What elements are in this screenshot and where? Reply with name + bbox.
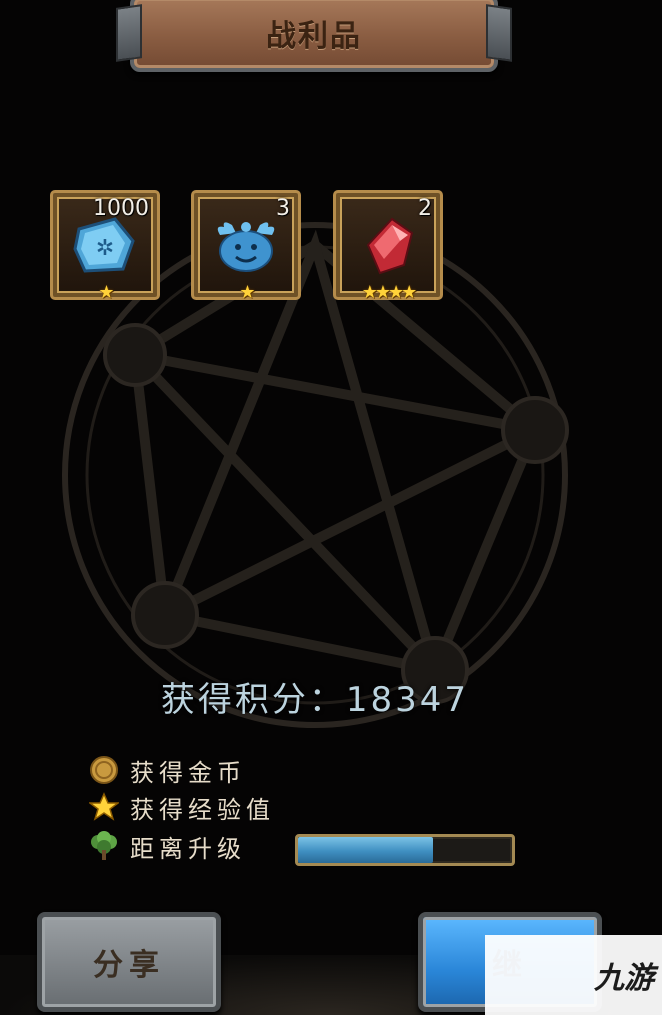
blue-rune-stone-icon: ✲	[73, 217, 135, 273]
blue-slime-pet-icon	[217, 222, 275, 272]
gold-stat-row: 获得金币	[88, 753, 246, 787]
gold-label: 获得金币	[130, 758, 246, 787]
loot-slot-slime[interactable]: 3 ★	[191, 190, 301, 303]
share-button[interactable]: 分享	[37, 912, 221, 1012]
levelup-stat-row: 距离升级	[88, 829, 246, 863]
watermark-logo: 九游	[594, 961, 654, 996]
levelup-label: 距离升级	[130, 834, 246, 863]
watermark-overlay: 九游	[485, 935, 662, 1015]
score-text: 获得积分：18347	[160, 680, 470, 720]
loot-slot-rune[interactable]: 1000 ✲ ★	[50, 190, 160, 303]
red-crystal-icon	[366, 217, 414, 275]
star-rating: ★	[98, 282, 114, 303]
level-progress-bar	[295, 834, 515, 866]
tree-icon	[88, 830, 120, 862]
loot-slot-crystal[interactable]: 2 ★★★★	[333, 190, 443, 303]
title-banner: 战利品	[130, 0, 498, 72]
gold-coin-icon	[88, 754, 120, 786]
svg-text:✲: ✲	[96, 236, 114, 261]
level-progress-fill	[298, 837, 433, 863]
exp-stat-row: 获得经验值	[88, 790, 275, 824]
star-icon	[88, 791, 120, 823]
page-title: 战利品	[266, 19, 362, 54]
star-rating: ★★★★	[361, 282, 418, 303]
star-rating: ★	[239, 282, 255, 303]
exp-label: 获得经验值	[130, 795, 275, 824]
